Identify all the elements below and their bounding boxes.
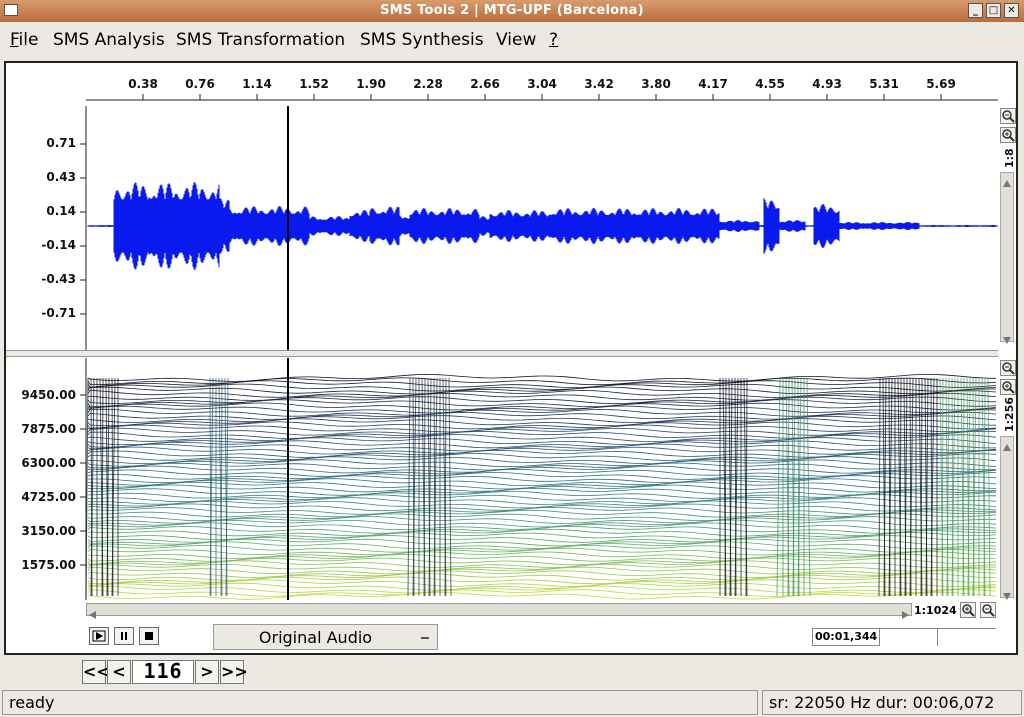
amplitude-tick: 0.43 <box>46 170 76 184</box>
menu-file[interactable]: File <box>10 30 38 50</box>
window-title: SMS Tools 2 | MTG-UPF (Barcelona) <box>380 3 644 18</box>
waveform-view[interactable] <box>80 106 998 350</box>
status-message: ready <box>2 690 758 715</box>
zoom-in-icon[interactable] <box>1000 127 1016 143</box>
amplitude-tick: 0.71 <box>46 136 76 150</box>
last-frame-button[interactable]: >> <box>220 660 248 684</box>
time-tick: 2.66 <box>470 77 500 91</box>
audio-source-label: Original Audio <box>258 628 373 647</box>
scroll-right-icon[interactable] <box>900 605 910 624</box>
menu-file-mnemonic: F <box>10 30 19 50</box>
dropdown-indicator-icon <box>421 637 429 639</box>
time-tick: 1.90 <box>356 77 386 91</box>
play-icon <box>92 630 106 642</box>
time-display-field <box>880 628 938 646</box>
menu-help[interactable]: ? <box>549 30 558 50</box>
stop-icon <box>145 632 153 640</box>
close-button[interactable]: ✕ <box>1004 3 1019 18</box>
time-tick: 4.55 <box>755 77 785 91</box>
spectrum-vertical-scrollbar[interactable] <box>1000 436 1014 600</box>
time-tick: 4.93 <box>812 77 842 91</box>
time-tick: 5.69 <box>926 77 956 91</box>
waveform-vertical-scrollbar[interactable] <box>1000 172 1014 344</box>
time-tick: 3.80 <box>641 77 671 91</box>
scroll-left-icon[interactable] <box>88 605 98 624</box>
pause-icon <box>121 632 127 640</box>
time-tick: 4.17 <box>698 77 728 91</box>
scroll-up-icon[interactable] <box>1002 438 1012 451</box>
stop-button[interactable] <box>139 627 159 645</box>
time-tick: 3.42 <box>584 77 614 91</box>
pane-splitter[interactable] <box>6 350 998 357</box>
minimize-button[interactable]: _ <box>968 3 983 18</box>
time-tick: 5.31 <box>869 77 899 91</box>
horizontal-scrollbar[interactable] <box>86 603 912 619</box>
amplitude-tick: -0.14 <box>41 238 76 252</box>
spectrum-zoom-ratio: 1:256 <box>1003 396 1016 432</box>
frequency-tick: 3150.00 <box>21 524 76 538</box>
frequency-tick: 9450.00 <box>21 388 76 402</box>
waveform-zoom-ratio: 1:8 <box>1003 148 1016 168</box>
time-display-field <box>938 628 996 631</box>
menu-file-rest: ile <box>18 30 39 50</box>
audio-source-select[interactable]: Original Audio <box>213 624 438 650</box>
frequency-tick: 6300.00 <box>21 456 76 470</box>
frequency-tick: 1575.00 <box>21 558 76 572</box>
menu-sms-synthesis[interactable]: SMS Synthesis <box>360 30 484 50</box>
status-audio-info: sr: 22050 Hz dur: 00:06,072 <box>762 690 1022 715</box>
pause-button[interactable] <box>114 627 134 645</box>
zoom-in-icon[interactable] <box>1000 379 1016 395</box>
time-tick: 2.28 <box>413 77 443 91</box>
frequency-tick: 4725.00 <box>21 490 76 504</box>
amplitude-tick: 0.14 <box>46 204 76 218</box>
time-tick: 3.04 <box>527 77 557 91</box>
first-frame-button[interactable]: << <box>82 660 110 684</box>
time-axis-ruler <box>86 94 998 101</box>
previous-frame-button[interactable]: < <box>107 660 131 684</box>
zoom-out-icon[interactable] <box>1000 360 1016 376</box>
play-button[interactable] <box>89 627 109 645</box>
scroll-down-icon[interactable] <box>1002 330 1012 344</box>
amplitude-tick: -0.43 <box>41 272 76 286</box>
menu-bar: File SMS Analysis SMS Transformation SMS… <box>0 22 1024 58</box>
menu-sms-analysis[interactable]: SMS Analysis <box>53 30 165 50</box>
amplitude-tick: -0.71 <box>41 306 76 320</box>
time-display: 00:01,344 <box>812 628 880 646</box>
zoom-out-icon[interactable] <box>980 602 996 618</box>
next-frame-button[interactable]: > <box>195 660 219 684</box>
horizontal-zoom-ratio: 1:1024 <box>914 604 957 617</box>
title-bar[interactable]: SMS Tools 2 | MTG-UPF (Barcelona) _ □ ✕ <box>0 0 1024 22</box>
time-tick: 1.14 <box>242 77 272 91</box>
scroll-up-icon[interactable] <box>1002 174 1012 187</box>
menu-view[interactable]: View <box>496 30 536 50</box>
time-tick: 1.52 <box>299 77 329 91</box>
maximize-button[interactable]: □ <box>986 3 1001 18</box>
time-tick: 0.38 <box>128 77 158 91</box>
spectrogram-view[interactable] <box>80 358 998 600</box>
scroll-down-icon[interactable] <box>1002 586 1012 600</box>
frequency-tick: 7875.00 <box>21 422 76 436</box>
zoom-in-icon[interactable] <box>960 602 976 618</box>
zoom-out-icon[interactable] <box>1000 108 1016 124</box>
frame-number-field[interactable]: 116 <box>132 660 194 684</box>
time-tick: 0.76 <box>185 77 215 91</box>
menu-sms-transformation[interactable]: SMS Transformation <box>176 30 345 50</box>
